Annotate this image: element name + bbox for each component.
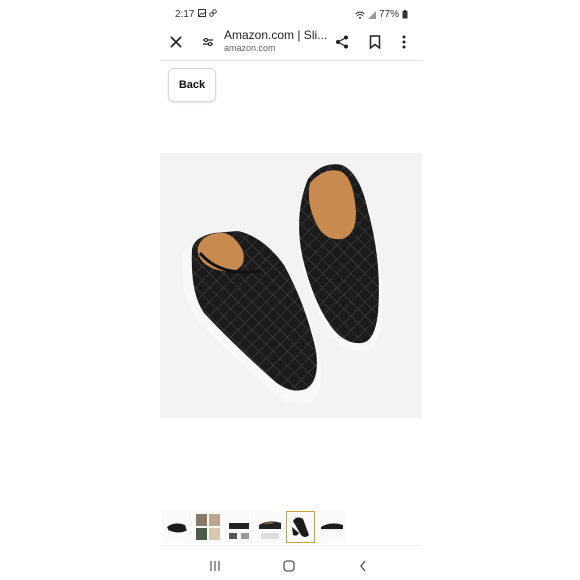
thumbnail-4[interactable] [255, 511, 284, 543]
thumbnail-5-selected[interactable] [286, 511, 315, 543]
page-domain: amazon.com [224, 43, 276, 53]
status-right-icons: 77% [355, 9, 408, 20]
page-info-icon[interactable] [198, 32, 218, 52]
system-navigation-bar [160, 552, 422, 580]
bookmark-icon[interactable] [365, 32, 385, 52]
share-icon[interactable] [332, 32, 352, 52]
status-notification-icons [198, 9, 217, 17]
close-icon[interactable] [166, 32, 186, 52]
link-icon [209, 9, 217, 17]
thumbnail-3[interactable] [224, 511, 253, 543]
gallery-icon [198, 9, 206, 17]
thumbnail-strip [160, 511, 422, 547]
battery-percent: 77% [378, 9, 399, 20]
battery-icon [402, 10, 408, 19]
bottom-divider [160, 545, 422, 546]
quilted-slip-on-shoe-icon [181, 164, 383, 405]
wifi-icon [355, 11, 365, 19]
status-time: 2:17 [175, 9, 195, 20]
thumbnail-2[interactable] [193, 511, 222, 543]
product-image[interactable] [160, 153, 422, 418]
more-options-icon[interactable] [394, 32, 414, 52]
back-button[interactable]: Back [168, 68, 216, 102]
browser-toolbar: Amazon.com | Sli... amazon.com [160, 24, 422, 61]
home-icon[interactable] [280, 558, 298, 574]
recents-icon[interactable] [206, 558, 224, 574]
thumbnail-6[interactable] [317, 511, 346, 543]
page-title[interactable]: Amazon.com | Sli... [224, 28, 327, 42]
signal-icon [367, 10, 376, 19]
nav-back-icon[interactable] [354, 558, 372, 574]
thumbnail-1[interactable] [162, 511, 191, 543]
phone-screen: 2:17 77% Amazon.com | Sli... amazon.com [160, 0, 422, 580]
